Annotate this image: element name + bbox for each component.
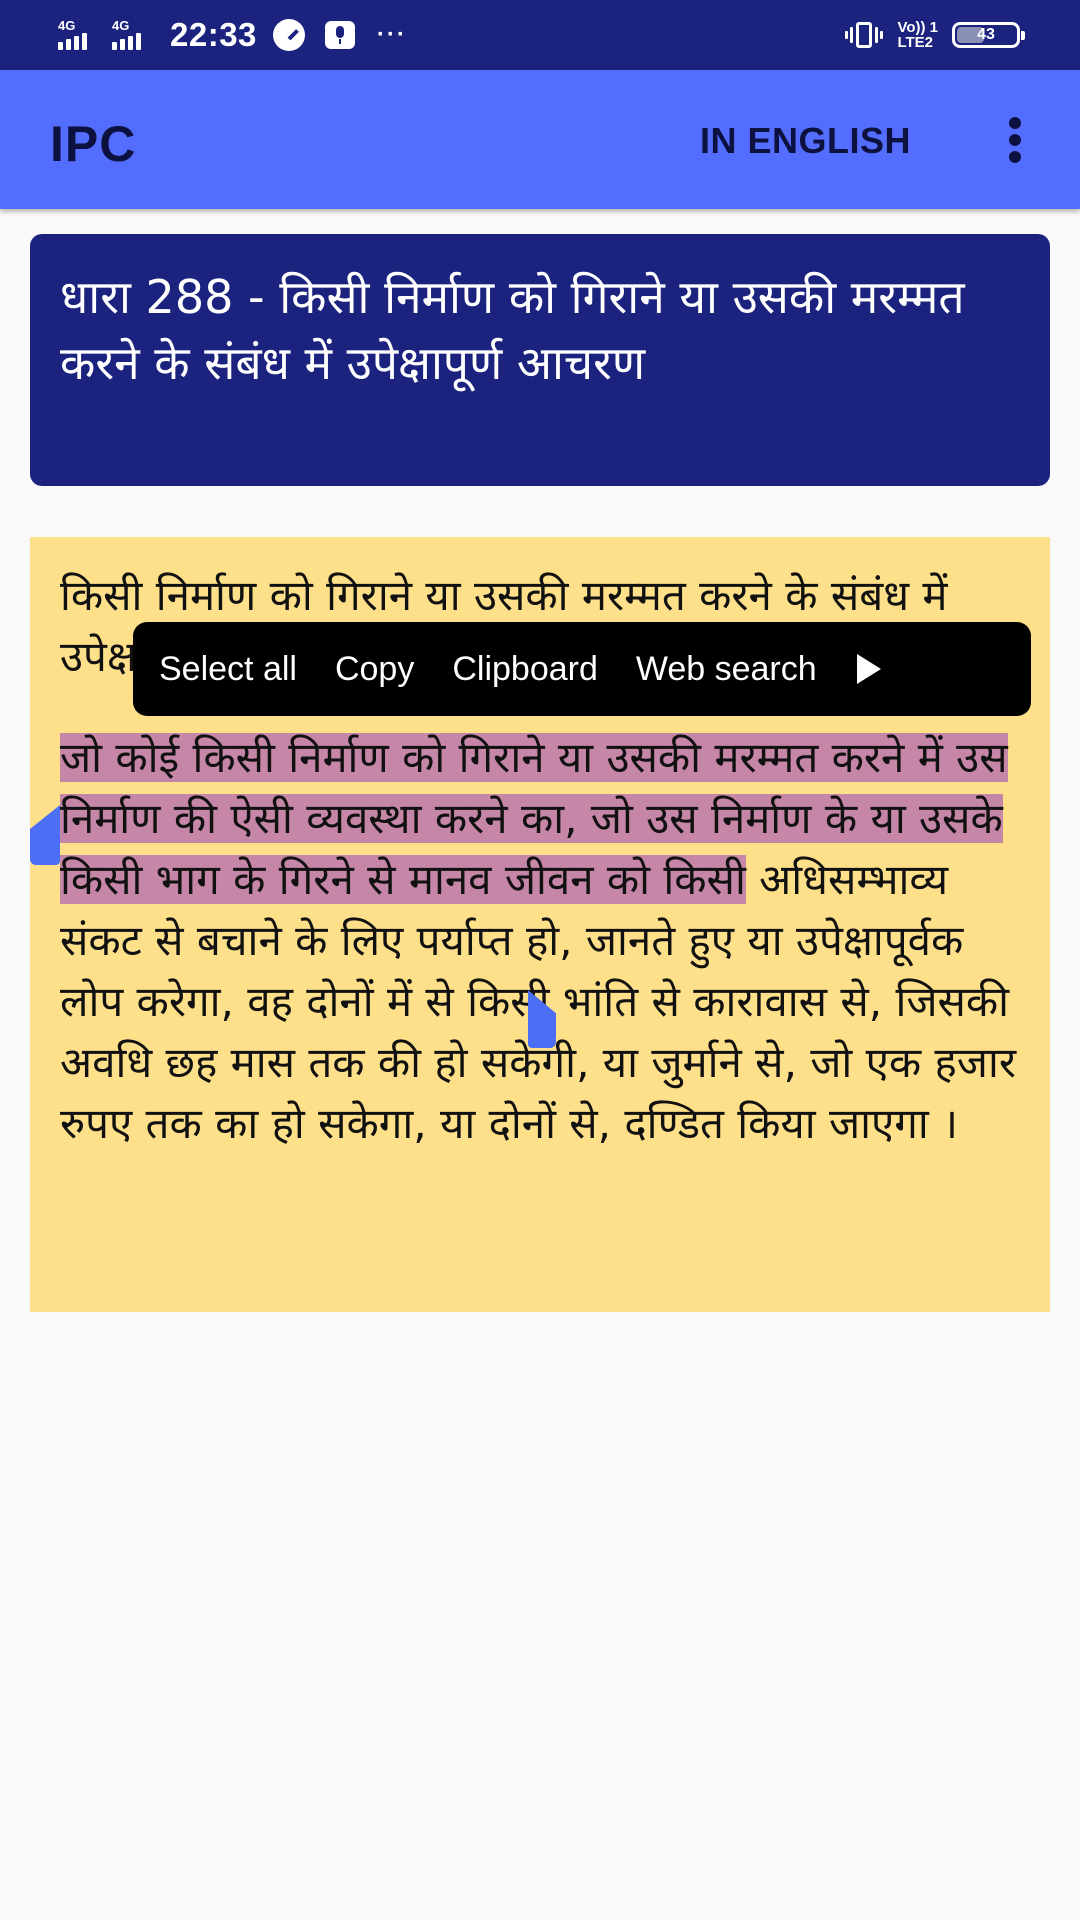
signal-sim1-icon: 4G	[58, 18, 102, 52]
sim1-network-label: 4G	[58, 18, 76, 33]
clock: 22:33	[170, 16, 257, 53]
section-heading: धारा 288 - किसी निर्माण को गिराने या उसक…	[60, 270, 965, 390]
status-bar-right: Vo)) 1 LTE2 43	[845, 14, 1025, 56]
more-vert-icon[interactable]	[995, 115, 1035, 165]
volte-icon: Vo)) 1 LTE2	[897, 20, 938, 50]
section-body[interactable]: जो कोई किसी निर्माण को गिराने या उसकी मर…	[60, 727, 1020, 1154]
speedometer-icon	[272, 19, 305, 51]
play-arrow-icon[interactable]	[856, 654, 881, 684]
in-english-button[interactable]: IN ENGLISH	[700, 120, 911, 162]
more-notifications-icon: ···	[376, 21, 407, 48]
section-heading-card: धारा 288 - किसी निर्माण को गिराने या उसक…	[30, 234, 1050, 486]
copy-button[interactable]: Copy	[335, 650, 414, 689]
sim2-network-label: 4G	[112, 18, 130, 33]
status-bar-left: 4G 4G 22:33 ···	[58, 14, 407, 56]
microphone-icon	[324, 21, 355, 49]
app-title: IPC	[50, 116, 137, 172]
signal-sim2-icon: 4G	[112, 18, 156, 52]
battery-icon: 43	[952, 22, 1025, 48]
status-bar: 4G 4G 22:33 ··· Vo)) 1 LTE2 43	[0, 0, 1080, 70]
web-search-button[interactable]: Web search	[636, 650, 817, 689]
text-selection-menu: Select all Copy Clipboard Web search	[133, 622, 1031, 716]
battery-level: 43	[977, 26, 995, 43]
select-all-button[interactable]: Select all	[159, 650, 297, 689]
lte-label: LTE2	[897, 34, 933, 51]
vibrate-icon	[845, 20, 884, 50]
app-bar: IPC IN ENGLISH	[0, 70, 1080, 209]
clipboard-button[interactable]: Clipboard	[452, 650, 598, 689]
volte-label: Vo)) 1	[897, 19, 938, 36]
